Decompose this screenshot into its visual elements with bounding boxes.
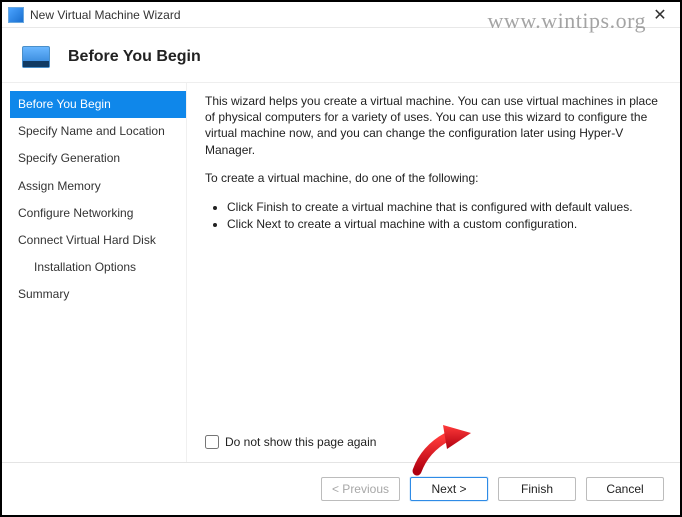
wizard-steps-sidebar: Before You Begin Specify Name and Locati… [2,83,187,462]
step-specify-generation[interactable]: Specify Generation [10,145,186,172]
step-assign-memory[interactable]: Assign Memory [10,173,186,200]
options-list: Click Finish to create a virtual machine… [227,198,662,233]
step-summary[interactable]: Summary [10,281,186,308]
title-bar: New Virtual Machine Wizard ✕ [2,2,680,28]
close-icon[interactable]: ✕ [646,4,674,26]
step-installation-options[interactable]: Installation Options [10,254,186,281]
step-specify-name[interactable]: Specify Name and Location [10,118,186,145]
option-next: Click Next to create a virtual machine w… [227,216,662,232]
wizard-content: This wizard helps you create a virtual m… [187,83,680,462]
step-configure-networking[interactable]: Configure Networking [10,200,186,227]
instruction-text: To create a virtual machine, do one of t… [205,170,662,186]
wizard-header: Before You Begin [2,28,680,83]
wizard-window: New Virtual Machine Wizard ✕ Before You … [2,2,680,515]
finish-button[interactable]: Finish [498,477,576,501]
previous-button: < Previous [321,477,400,501]
option-finish: Click Finish to create a virtual machine… [227,199,662,215]
dont-show-checkbox[interactable] [205,435,219,449]
next-button[interactable]: Next > [410,477,488,501]
wizard-footer: < Previous Next > Finish Cancel [2,462,680,515]
step-connect-vhd[interactable]: Connect Virtual Hard Disk [10,227,186,254]
intro-text: This wizard helps you create a virtual m… [205,93,662,158]
page-title: Before You Begin [68,48,201,66]
window-title: New Virtual Machine Wizard [30,8,646,22]
wizard-icon [22,46,50,68]
dont-show-again[interactable]: Do not show this page again [205,434,662,454]
step-before-you-begin[interactable]: Before You Begin [10,91,186,118]
wizard-body: Before You Begin Specify Name and Locati… [2,83,680,462]
app-icon [8,7,24,23]
dont-show-label: Do not show this page again [225,434,376,450]
cancel-button[interactable]: Cancel [586,477,664,501]
